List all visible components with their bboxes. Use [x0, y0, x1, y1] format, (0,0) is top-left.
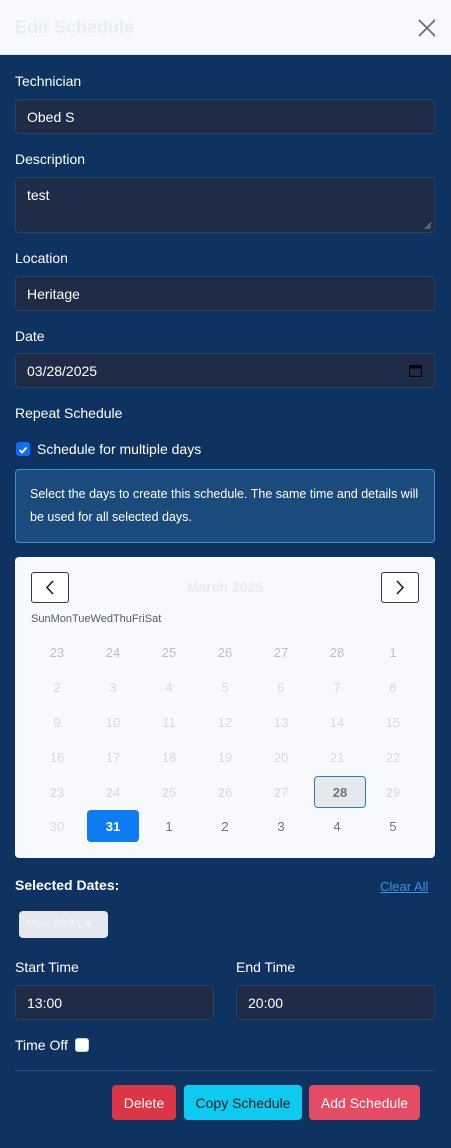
calendar-month-label: March 2025	[186, 579, 264, 595]
location-label: Location	[15, 250, 68, 266]
footer-divider	[15, 1070, 435, 1071]
calendar-day[interactable]: 1	[143, 810, 195, 842]
end-time-label: End Time	[236, 959, 296, 975]
delete-button[interactable]: Delete	[112, 1085, 176, 1120]
modal-title: Edit Schedule	[15, 17, 135, 37]
weekday-label: Tue	[71, 613, 91, 625]
calendar-day[interactable]: 26	[199, 776, 251, 808]
check-icon	[18, 446, 28, 454]
calendar-day[interactable]: 22	[367, 741, 419, 773]
calendar-day[interactable]: 27	[255, 776, 307, 808]
calendar-day[interactable]: 4	[311, 810, 363, 842]
calendar-day[interactable]: 24	[87, 636, 139, 668]
copy-schedule-button[interactable]: Copy Schedule	[184, 1085, 302, 1120]
calendar-day[interactable]: 21	[311, 741, 363, 773]
calendar-day[interactable]: 17	[87, 741, 139, 773]
calendar-day[interactable]: 12	[199, 706, 251, 738]
date-label: Date	[15, 328, 45, 344]
calendar-day[interactable]: 16	[31, 741, 83, 773]
technician-value: Obed S	[27, 109, 75, 125]
date-value: 03/28/2025	[27, 363, 98, 379]
end-time-field[interactable]: 20:00	[236, 985, 435, 1020]
resize-grip-icon[interactable]	[424, 222, 432, 230]
start-time-field[interactable]: 13:00	[15, 985, 214, 1020]
remove-chip-icon[interactable]: ×	[85, 918, 91, 930]
calendar-day[interactable]: 23	[31, 636, 83, 668]
close-button[interactable]	[415, 16, 439, 40]
calendar-day[interactable]: 8	[367, 671, 419, 703]
calendar-day[interactable]: 4	[143, 671, 195, 703]
calendar-day[interactable]: 30	[31, 810, 83, 842]
description-value: test	[27, 187, 50, 203]
weekday-label: Sun	[31, 613, 51, 625]
weekday-label: Mon	[50, 613, 72, 625]
calendar-day[interactable]: 31	[87, 810, 139, 842]
calendar-day[interactable]: 2	[199, 810, 251, 842]
time-off-label: Time Off	[15, 1037, 68, 1053]
calendar-day[interactable]: 24	[87, 776, 139, 808]
start-time-label: Start Time	[15, 959, 79, 975]
clear-all-link[interactable]: Clear All	[380, 879, 428, 894]
selected-dates-label: Selected Dates:	[15, 877, 120, 893]
calendar-day[interactable]: 25	[143, 776, 195, 808]
end-time-value: 20:00	[248, 995, 284, 1011]
calendar-day[interactable]: 1	[367, 636, 419, 668]
weekday-label: Fri	[131, 613, 145, 625]
calendar-day[interactable]: 10	[87, 706, 139, 738]
multiple-days-checkbox[interactable]	[16, 442, 30, 456]
location-value: Heritage	[27, 286, 80, 302]
calendar-day[interactable]: 3	[255, 810, 307, 842]
calendar-icon[interactable]	[409, 364, 422, 377]
calendar-day[interactable]: 3	[87, 671, 139, 703]
calendar-day[interactable]: 5	[367, 810, 419, 842]
technician-field[interactable]: Obed S	[15, 99, 435, 134]
weekday-label: Sat	[144, 613, 162, 625]
repeat-schedule-label: Repeat Schedule	[15, 405, 123, 421]
next-month-button[interactable]	[381, 572, 419, 603]
calendar-day[interactable]: 23	[31, 776, 83, 808]
weekday-label: Wed	[90, 613, 113, 625]
chevron-right-icon	[396, 580, 405, 595]
chip-label: Mon, 03/31	[26, 918, 82, 930]
calendar-day[interactable]: 6	[255, 671, 307, 703]
weekday-header: Sun Mon Tue Wed Thu Fri Sat	[31, 613, 161, 625]
calendar-day[interactable]: 28	[314, 776, 366, 808]
date-field[interactable]: 03/28/2025	[15, 353, 435, 388]
calendar-day[interactable]: 19	[199, 741, 251, 773]
calendar-day[interactable]: 18	[143, 741, 195, 773]
calendar-day[interactable]: 25	[143, 636, 195, 668]
date-picker-calendar: March 2025 Sun Mon Tue Wed Thu Fri Sat 2…	[15, 557, 435, 858]
start-time-value: 13:00	[27, 995, 63, 1011]
calendar-day[interactable]: 13	[255, 706, 307, 738]
calendar-day[interactable]: 20	[255, 741, 307, 773]
calendar-day[interactable]: 2	[31, 671, 83, 703]
close-icon	[418, 19, 436, 37]
calendar-day[interactable]: 28	[311, 636, 363, 668]
calendar-day[interactable]: 14	[311, 706, 363, 738]
calendar-day[interactable]: 5	[199, 671, 251, 703]
calendar-day[interactable]: 9	[31, 706, 83, 738]
add-schedule-button[interactable]: Add Schedule	[309, 1085, 420, 1120]
modal-header: Edit Schedule	[0, 0, 451, 55]
calendar-day[interactable]: 26	[199, 636, 251, 668]
calendar-day[interactable]: 15	[367, 706, 419, 738]
technician-label: Technician	[15, 73, 82, 89]
calendar-day[interactable]: 7	[311, 671, 363, 703]
selected-date-chip: Mon, 03/31 ×	[19, 911, 108, 938]
calendar-day[interactable]: 29	[367, 776, 419, 808]
location-field[interactable]: Heritage	[15, 276, 435, 311]
multi-day-info-alert: Select the days to create this schedule.…	[15, 469, 435, 543]
calendar-day[interactable]: 11	[143, 706, 195, 738]
time-off-checkbox[interactable]	[75, 1038, 89, 1052]
multiple-days-label[interactable]: Schedule for multiple days	[37, 441, 201, 457]
weekday-label: Thu	[112, 613, 132, 625]
calendar-day[interactable]: 27	[255, 636, 307, 668]
description-label: Description	[15, 151, 86, 167]
description-field[interactable]: test	[15, 177, 435, 233]
